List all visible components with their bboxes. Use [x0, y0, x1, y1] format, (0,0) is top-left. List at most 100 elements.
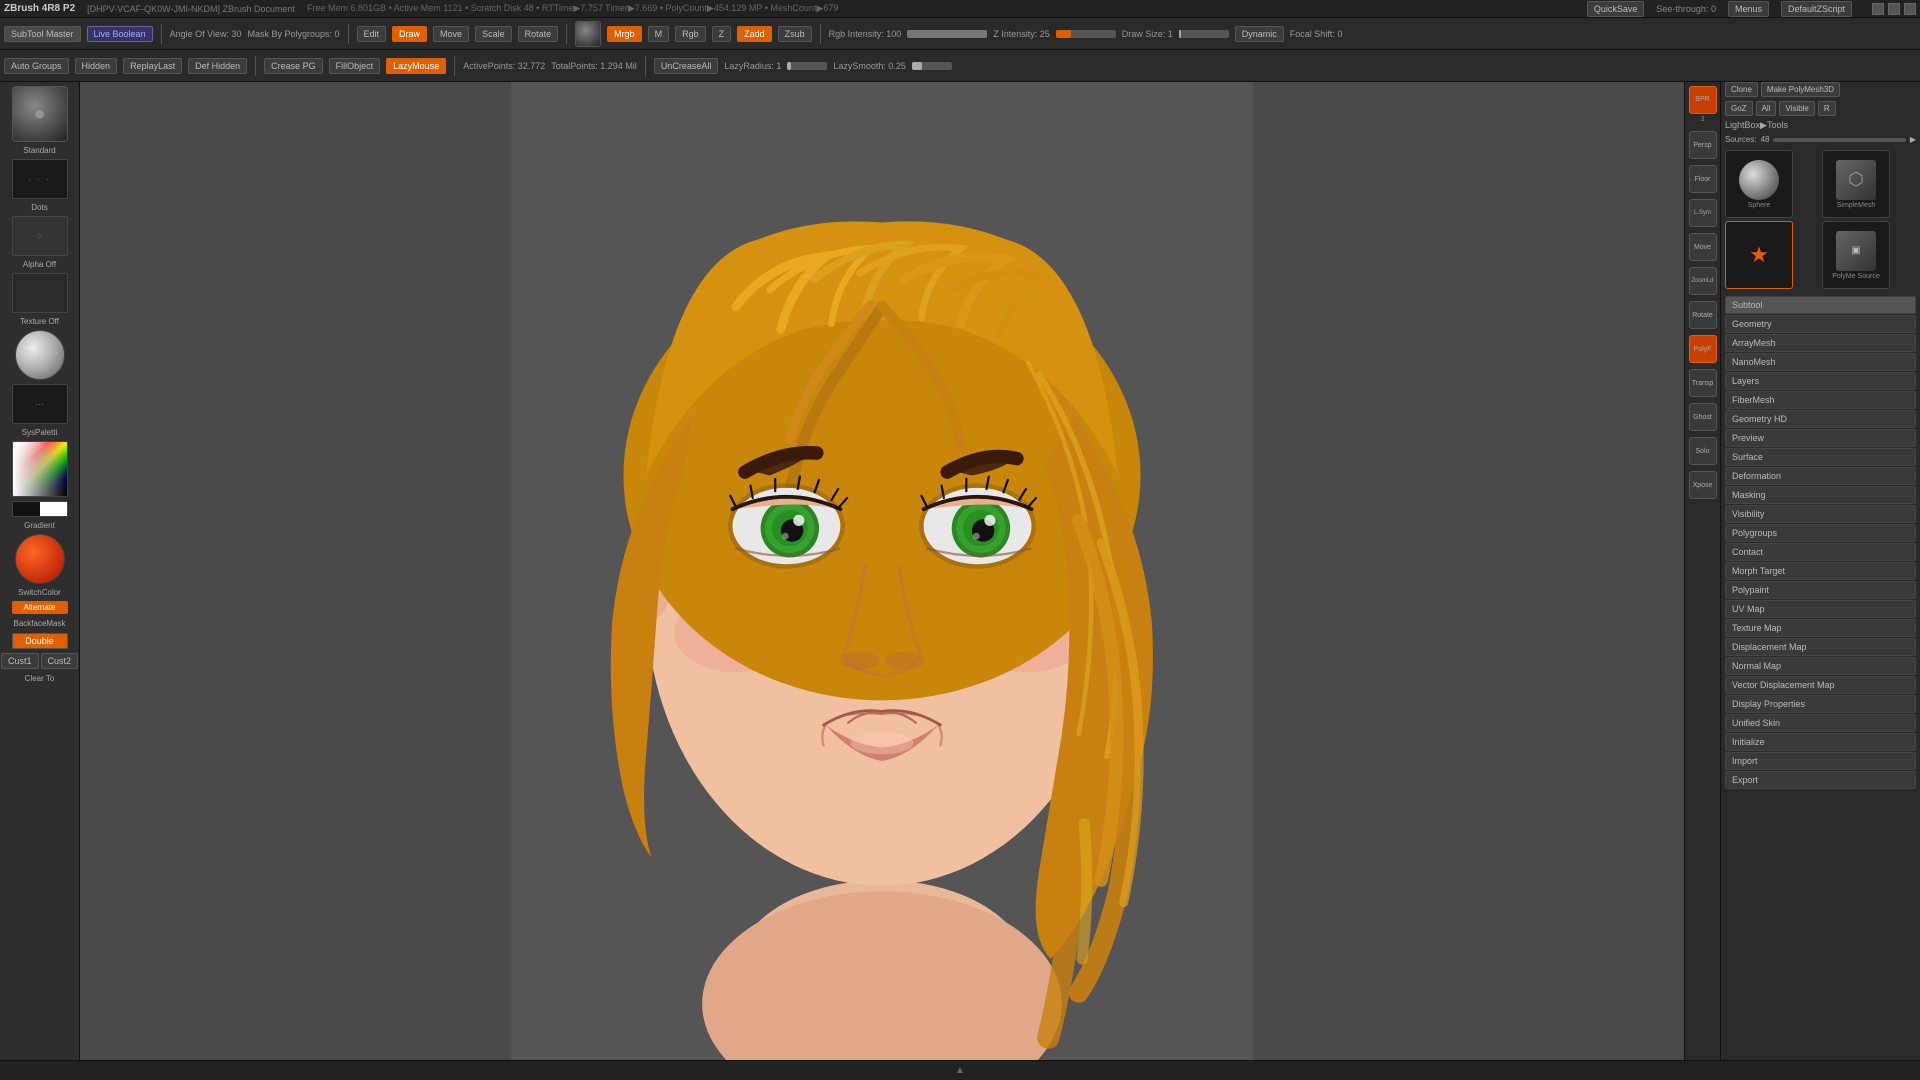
viewport[interactable] — [80, 82, 1684, 1060]
make-polymesh-button[interactable]: Make PolyMesh3D — [1761, 82, 1840, 97]
masking-item[interactable]: Masking — [1725, 486, 1916, 504]
texture-preview[interactable] — [12, 273, 68, 313]
color-picker[interactable] — [12, 441, 68, 497]
edit-button[interactable]: Edit — [357, 26, 387, 42]
preview-item[interactable]: Preview — [1725, 429, 1916, 447]
zadd-button[interactable]: Zadd — [737, 26, 772, 42]
ghost-button[interactable]: Ghost — [1689, 403, 1717, 431]
rgb-button[interactable]: Rgb — [675, 26, 706, 42]
close-button[interactable] — [1904, 3, 1916, 15]
brush-preview[interactable]: ● — [12, 86, 68, 142]
alternate-button[interactable]: Alternate — [12, 601, 68, 614]
sources-slider[interactable] — [1773, 138, 1905, 142]
contact-item[interactable]: Contact — [1725, 543, 1916, 561]
sources-arrow[interactable]: ▶ — [1910, 135, 1916, 144]
mrgb-button[interactable]: Mrgb — [607, 26, 642, 42]
brush-preview-small[interactable] — [575, 21, 601, 47]
bottom-arrow[interactable]: ▲ — [955, 1065, 965, 1076]
export-bottom-item[interactable]: Export — [1725, 771, 1916, 789]
move-button[interactable]: Move — [433, 26, 469, 42]
displacement-map-item[interactable]: Displacement Map — [1725, 638, 1916, 656]
import-bottom-item[interactable]: Import — [1725, 752, 1916, 770]
vector-displacement-item[interactable]: Vector Displacement Map — [1725, 676, 1916, 694]
texture-map-item[interactable]: Texture Map — [1725, 619, 1916, 637]
bpr-button[interactable]: BPR — [1689, 86, 1717, 114]
zoomld-button[interactable]: ZoomLd — [1689, 267, 1717, 295]
auto-groups-button[interactable]: Auto Groups — [4, 58, 69, 74]
xpose-button[interactable]: Xpose — [1689, 471, 1717, 499]
transp-button[interactable]: Transp — [1689, 369, 1717, 397]
all-button[interactable]: All — [1756, 101, 1777, 116]
lazy-smooth-slider[interactable] — [912, 62, 952, 70]
initialize-item[interactable]: Initialize — [1725, 733, 1916, 751]
tool-thumb-sphere[interactable]: Sphere — [1725, 150, 1793, 218]
unified-skin-item[interactable]: Unified Skin — [1725, 714, 1916, 732]
deformation-item[interactable]: Deformation — [1725, 467, 1916, 485]
draw-button[interactable]: Draw — [392, 26, 427, 42]
polygroups-item[interactable]: Polygroups — [1725, 524, 1916, 542]
alpha-preview[interactable]: ○ — [12, 216, 68, 256]
gradient-preview[interactable]: ··· — [12, 384, 68, 424]
surface-item[interactable]: Surface — [1725, 448, 1916, 466]
tool-thumb-star[interactable]: ★ — [1725, 221, 1793, 289]
bw-gradient[interactable] — [12, 501, 68, 517]
hidden-button[interactable]: Hidden — [75, 58, 118, 74]
subtool-master-button[interactable]: SubTool Master — [4, 26, 81, 42]
solo-button[interactable]: Solo — [1689, 437, 1717, 465]
visibility-item[interactable]: Visibility — [1725, 505, 1916, 523]
m-button[interactable]: M — [648, 26, 670, 42]
dynamic-button[interactable]: Dynamic — [1235, 26, 1284, 42]
polypaint-item[interactable]: Polypaint — [1725, 581, 1916, 599]
rotate-view-button[interactable]: Rotate — [1689, 301, 1717, 329]
zsub-button[interactable]: Zsub — [778, 26, 812, 42]
scale-button[interactable]: Scale — [475, 26, 512, 42]
def-hidden-button[interactable]: Def Hidden — [188, 58, 247, 74]
quicksave-button[interactable]: QuickSave — [1587, 1, 1645, 17]
move-view-button[interactable]: Move — [1689, 233, 1717, 261]
persp-button[interactable]: Persp — [1689, 131, 1717, 159]
z-button[interactable]: Z — [712, 26, 732, 42]
polyf-button[interactable]: PolyF — [1689, 335, 1717, 363]
back-face-mask-button[interactable]: BackfaceMask — [11, 618, 67, 629]
crease-pg-button[interactable]: Crease PG — [264, 58, 323, 74]
geometry-hd-item[interactable]: Geometry HD — [1725, 410, 1916, 428]
cust1-button[interactable]: Cust1 — [1, 653, 39, 669]
tool-thumb-simplemesh[interactable]: ⬡ SimpleMesh — [1822, 150, 1890, 218]
geometry-item[interactable]: Geometry — [1725, 315, 1916, 333]
dots-preview[interactable]: · · · — [12, 159, 68, 199]
floor-button[interactable]: Floor — [1689, 165, 1717, 193]
clone-button[interactable]: Clone — [1725, 82, 1758, 97]
visible-button[interactable]: Visible — [1779, 101, 1814, 116]
minimize-button[interactable] — [1872, 3, 1884, 15]
layers-item[interactable]: Layers — [1725, 372, 1916, 390]
tool-thumb-polymesh[interactable]: ▣ PolyMe Source — [1822, 221, 1890, 289]
lightbox-label[interactable]: LightBox▶Tools — [1725, 120, 1788, 131]
color-sphere-orange[interactable] — [15, 534, 65, 584]
replay-last-button[interactable]: ReplayLast — [123, 58, 182, 74]
uv-map-item[interactable]: UV Map — [1725, 600, 1916, 618]
live-boolean-button[interactable]: Live Boolean — [87, 26, 153, 42]
maximize-button[interactable] — [1888, 3, 1900, 15]
default-zscript-button[interactable]: DefaultZScript — [1781, 1, 1852, 17]
subtool-item[interactable]: Subtool — [1725, 296, 1916, 314]
lazy-mouse-button[interactable]: LazyMouse — [386, 58, 446, 74]
lazy-radius-slider[interactable] — [787, 62, 827, 70]
uncrease-all-button[interactable]: UnCreaseAll — [654, 58, 719, 74]
nanomesh-item[interactable]: NanoMesh — [1725, 353, 1916, 371]
rgb-intensity-slider[interactable] — [907, 30, 987, 38]
draw-size-slider[interactable] — [1179, 30, 1229, 38]
color-sphere-white[interactable] — [15, 330, 65, 380]
rotate-button[interactable]: Rotate — [518, 26, 559, 42]
display-properties-item[interactable]: Display Properties — [1725, 695, 1916, 713]
double-button[interactable]: Double — [12, 633, 68, 649]
r-button[interactable]: R — [1818, 101, 1836, 116]
clear-to-button[interactable]: Clear To — [23, 673, 57, 684]
morph-target-item[interactable]: Morph Target — [1725, 562, 1916, 580]
menus-button[interactable]: Menus — [1728, 1, 1769, 17]
fill-object-button[interactable]: FillObject — [329, 58, 381, 74]
normal-map-item[interactable]: Normal Map — [1725, 657, 1916, 675]
goz-button[interactable]: GoZ — [1725, 101, 1753, 116]
cust2-button[interactable]: Cust2 — [41, 653, 79, 669]
fibermesh-item[interactable]: FiberMesh — [1725, 391, 1916, 409]
arraymesh-item[interactable]: ArrayMesh — [1725, 334, 1916, 352]
